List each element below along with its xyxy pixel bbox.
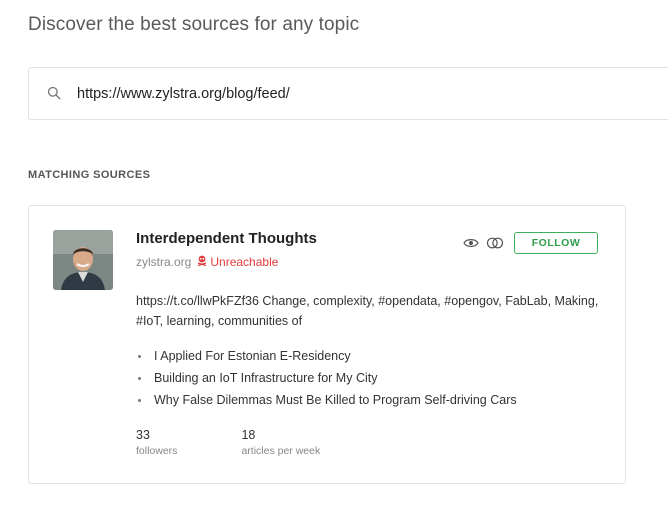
section-label: MATCHING SOURCES xyxy=(28,169,151,181)
source-domain[interactable]: zylstra.org xyxy=(136,255,191,269)
followers-count: 33 xyxy=(136,428,150,442)
followers-stat: 33 followers xyxy=(136,427,177,459)
status-text: Unreachable xyxy=(210,255,279,269)
search-input[interactable]: https://www.zylstra.org/blog/feed/ xyxy=(77,86,290,102)
article-item[interactable]: Building an IoT Infrastructure for My Ci… xyxy=(136,367,517,389)
article-list: I Applied For Estonian E-Residency Build… xyxy=(136,345,517,411)
source-title[interactable]: Interdependent Thoughts xyxy=(136,230,317,247)
page-title: Discover the best sources for any topic xyxy=(28,14,360,35)
search-box[interactable]: https://www.zylstra.org/blog/feed/ xyxy=(28,67,668,120)
search-icon xyxy=(47,86,63,102)
skull-icon xyxy=(197,255,210,269)
status-badge: Unreachable xyxy=(197,255,278,269)
article-item[interactable]: I Applied For Estonian E-Residency xyxy=(136,345,517,367)
compare-icon[interactable] xyxy=(486,234,504,252)
followers-label: followers xyxy=(136,445,178,457)
source-description: https://t.co/llwPkFZf36 Change, complexi… xyxy=(136,294,599,328)
source-card: Interdependent Thoughts zylstra.org Unre… xyxy=(28,205,626,484)
articles-per-week-stat: 18 articles per week xyxy=(241,427,320,459)
eye-icon[interactable] xyxy=(462,234,480,252)
source-meta: zylstra.org Unreachable xyxy=(136,255,278,269)
articles-per-week-label: articles per week xyxy=(241,445,321,457)
source-stats: 33 followers 18 articles per week xyxy=(136,427,320,459)
source-actions: FOLLOW xyxy=(462,232,598,254)
article-item[interactable]: Why False Dilemmas Must Be Killed to Pro… xyxy=(136,389,517,411)
articles-per-week-count: 18 xyxy=(241,428,256,442)
follow-button[interactable]: FOLLOW xyxy=(514,232,598,254)
avatar xyxy=(53,230,113,290)
